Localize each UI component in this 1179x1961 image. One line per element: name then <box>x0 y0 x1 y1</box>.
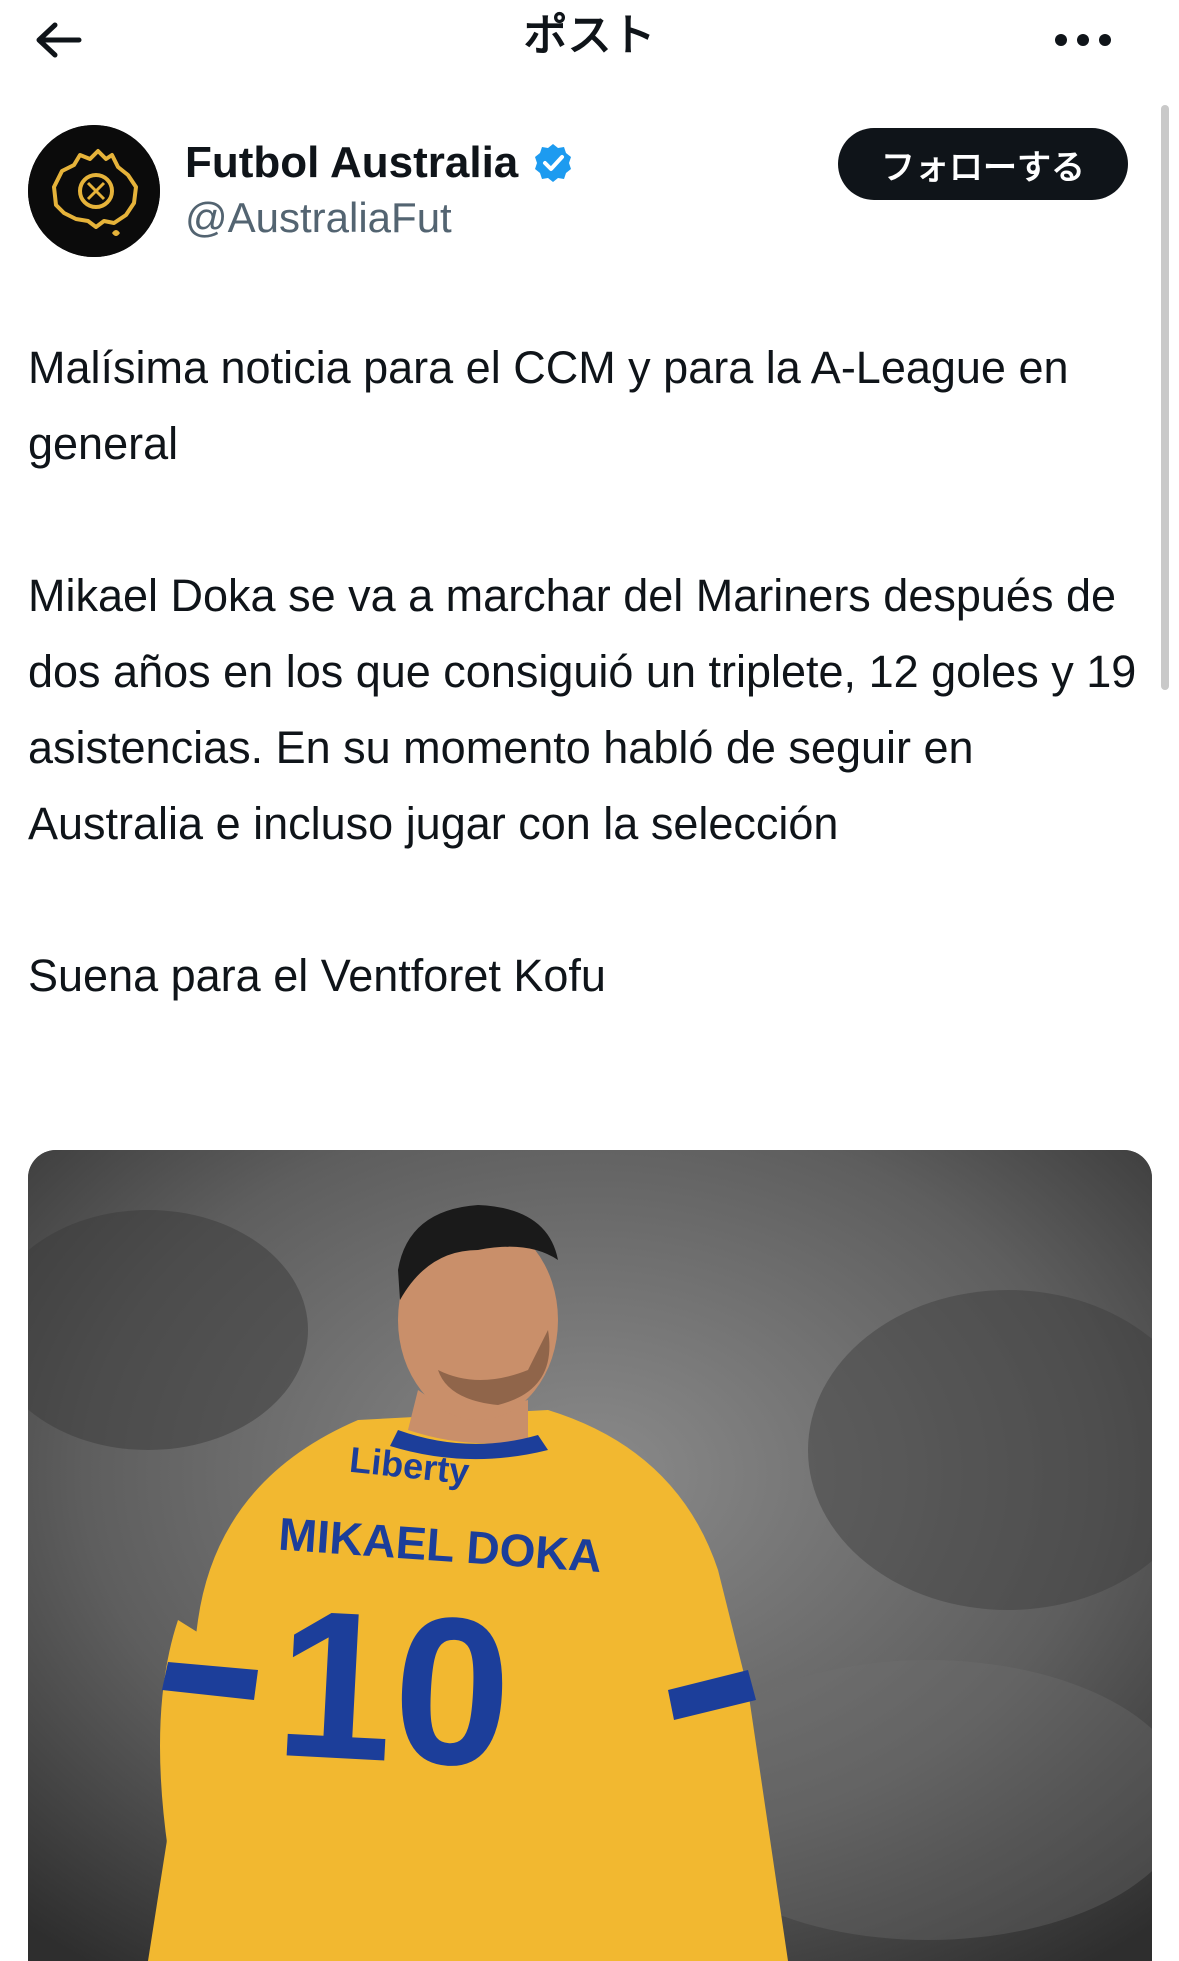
post-paragraph: Malísima noticia para el CCM y para la A… <box>28 342 1069 469</box>
player-photo: Liberty MIKAEL DOKA 10 <box>28 1150 1152 1961</box>
more-button[interactable] <box>1047 10 1119 70</box>
avatar[interactable] <box>28 125 160 257</box>
page-title: ポスト <box>523 10 656 61</box>
follow-button[interactable]: フォローする <box>838 128 1128 200</box>
post-paragraph: Suena para el Ventforet Kofu <box>28 950 606 1001</box>
post-image[interactable]: Liberty MIKAEL DOKA 10 <box>28 1150 1152 1961</box>
post-text: Malísima noticia para el CCM y para la A… <box>28 330 1138 1014</box>
australia-logo <box>28 125 160 257</box>
verified-badge-icon <box>535 144 572 182</box>
account-handle[interactable]: @AustraliaFut <box>185 192 452 244</box>
top-bar: ポスト <box>0 0 1179 78</box>
account-name-row: Futbol Australia <box>185 135 574 191</box>
jersey-number: 10 <box>271 1565 517 1812</box>
display-name[interactable]: Futbol Australia <box>185 135 518 191</box>
scrollbar[interactable] <box>1161 105 1169 690</box>
post-paragraph: Mikael Doka se va a marchar del Mariners… <box>28 570 1137 849</box>
more-icon <box>1055 34 1111 46</box>
